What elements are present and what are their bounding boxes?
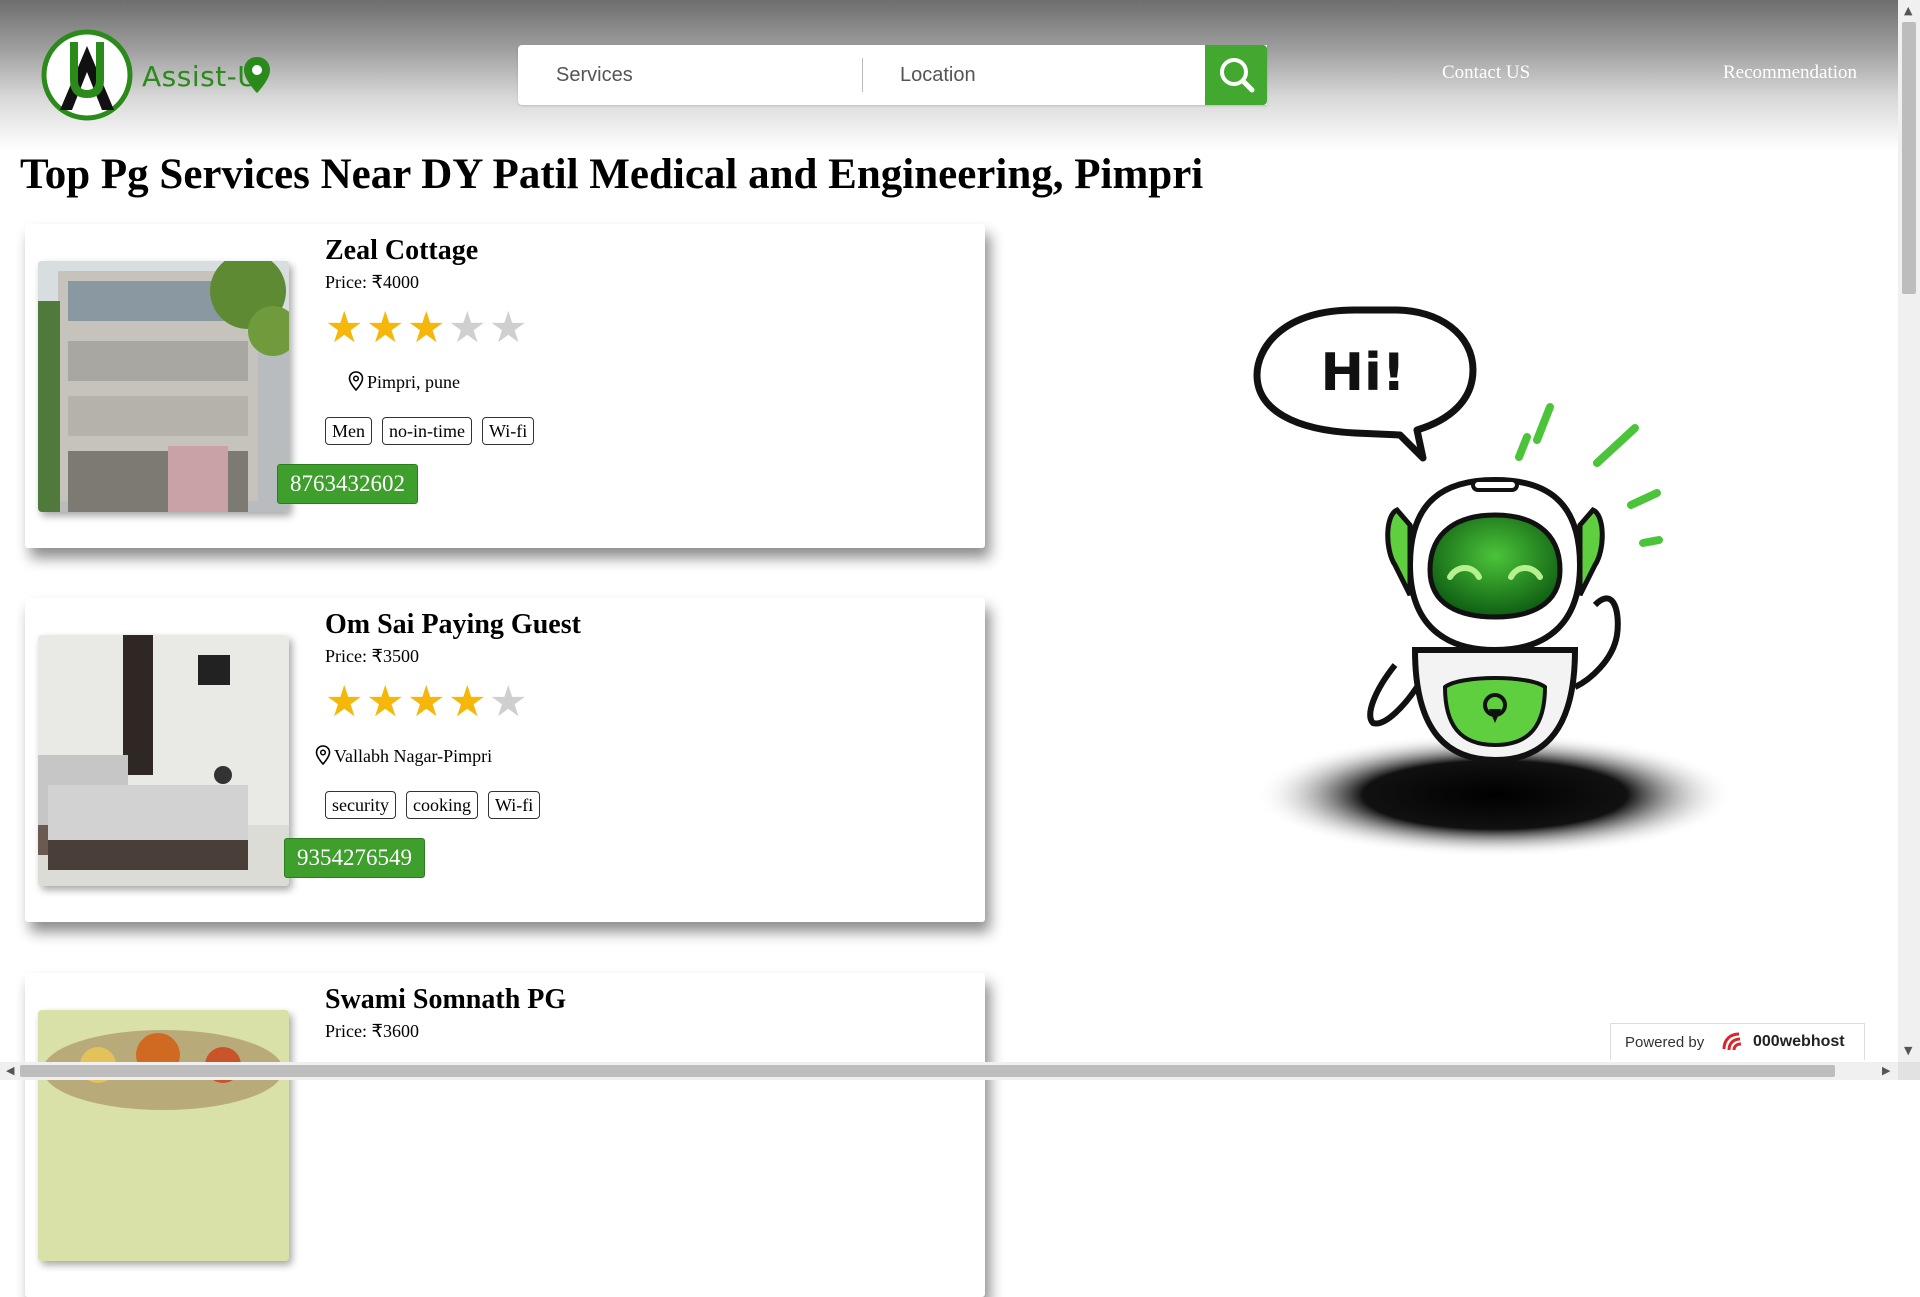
location-pin-icon [244,57,270,93]
page-title: Top Pg Services Near DY Patil Medical an… [20,151,1204,198]
listing-price: Price: ₹3600 [325,1021,419,1041]
search-button[interactable] [1205,45,1267,105]
phone-button[interactable]: 8763432602 [277,464,418,504]
powered-by-label: Powered by [1625,1034,1705,1051]
scroll-left-arrow-icon[interactable]: ◀ [6,1064,14,1077]
amenity-tag: no-in-time [382,417,472,445]
powered-by-brand: 000webhost [1753,1033,1845,1050]
star-filled-icon: ★ [325,679,364,726]
amenity-tag: security [325,791,396,819]
header: Assist-U Contact US Recommendation [0,0,1898,150]
logo[interactable]: Assist-U [40,28,280,122]
amenity-tag: cooking [405,791,478,819]
star-empty-icon: ★ [489,305,528,352]
room-photo [38,635,289,886]
amenity-tag: Wi-fi [487,791,541,819]
listing-photo [38,261,289,512]
star-empty-icon: ★ [489,679,528,726]
building-photo [38,261,289,512]
scrollbar-corner [1898,1062,1920,1080]
vertical-scrollbar-thumb[interactable] [1902,22,1916,294]
amenity-tag: Men [325,417,372,445]
amenity-tags: security cooking Wi-fi [325,791,550,819]
star-filled-icon: ★ [448,679,487,726]
listing-location: Pimpri, pune [348,371,460,393]
nav-recommendation[interactable]: Recommendation [1723,62,1857,84]
horizontal-scrollbar-thumb[interactable] [20,1065,1835,1077]
listing-card[interactable]: Zeal Cottage Price: ₹4000 ★★★★★ Pimpri, … [25,224,985,548]
logo-text: Assist-U [142,60,259,93]
scroll-down-arrow-icon[interactable]: ▼ [1904,1044,1912,1057]
star-filled-icon: ★ [407,679,446,726]
robot-speech-text: Hi! [1320,343,1405,403]
nav-contact-us[interactable]: Contact US [1442,62,1530,84]
map-pin-outline-icon [315,745,331,765]
webhost-logo-icon [1722,1032,1742,1051]
search-icon [1220,58,1255,93]
phone-button[interactable]: 9354276549 [284,838,425,878]
listing-price: Price: ₹3500 [325,646,419,666]
rating-stars: ★★★★★ [325,680,530,726]
search-bar [518,45,1267,105]
amenity-tag: Wi-fi [481,417,535,445]
listing-photo [38,1010,289,1261]
robot-illustration: Hi! [1253,306,1735,857]
listing-name[interactable]: Swami Somnath PG [325,984,566,1016]
listing-price: Price: ₹4000 [325,272,419,292]
location-input[interactable] [862,45,1202,105]
map-pin-outline-icon [348,371,364,391]
listing-card[interactable]: Om Sai Paying Guest Price: ₹3500 ★★★★★ V… [25,598,985,922]
logo-mark-icon [41,29,133,121]
listing-location: Vallabh Nagar-Pimpri [315,745,492,767]
scroll-up-arrow-icon[interactable]: ▲ [1904,4,1912,17]
location-text: Vallabh Nagar-Pimpri [334,746,493,766]
star-filled-icon: ★ [366,305,405,352]
listing-photo [38,635,289,886]
star-filled-icon: ★ [366,679,405,726]
star-filled-icon: ★ [325,305,364,352]
listing-name[interactable]: Zeal Cottage [325,235,478,267]
amenity-tags: Men no-in-time Wi-fi [325,417,544,445]
star-empty-icon: ★ [448,305,487,352]
services-input[interactable] [518,45,862,105]
listing-name[interactable]: Om Sai Paying Guest [325,609,581,641]
scroll-right-arrow-icon[interactable]: ▶ [1882,1064,1890,1077]
rating-stars: ★★★★★ [325,306,530,352]
location-text: Pimpri, pune [367,372,460,392]
star-filled-icon: ★ [407,305,446,352]
powered-by-badge[interactable]: Powered by 000webhost [1610,1023,1865,1060]
listing-card[interactable]: Swami Somnath PG Price: ₹3600 [25,973,985,1297]
food-photo [38,1010,289,1261]
